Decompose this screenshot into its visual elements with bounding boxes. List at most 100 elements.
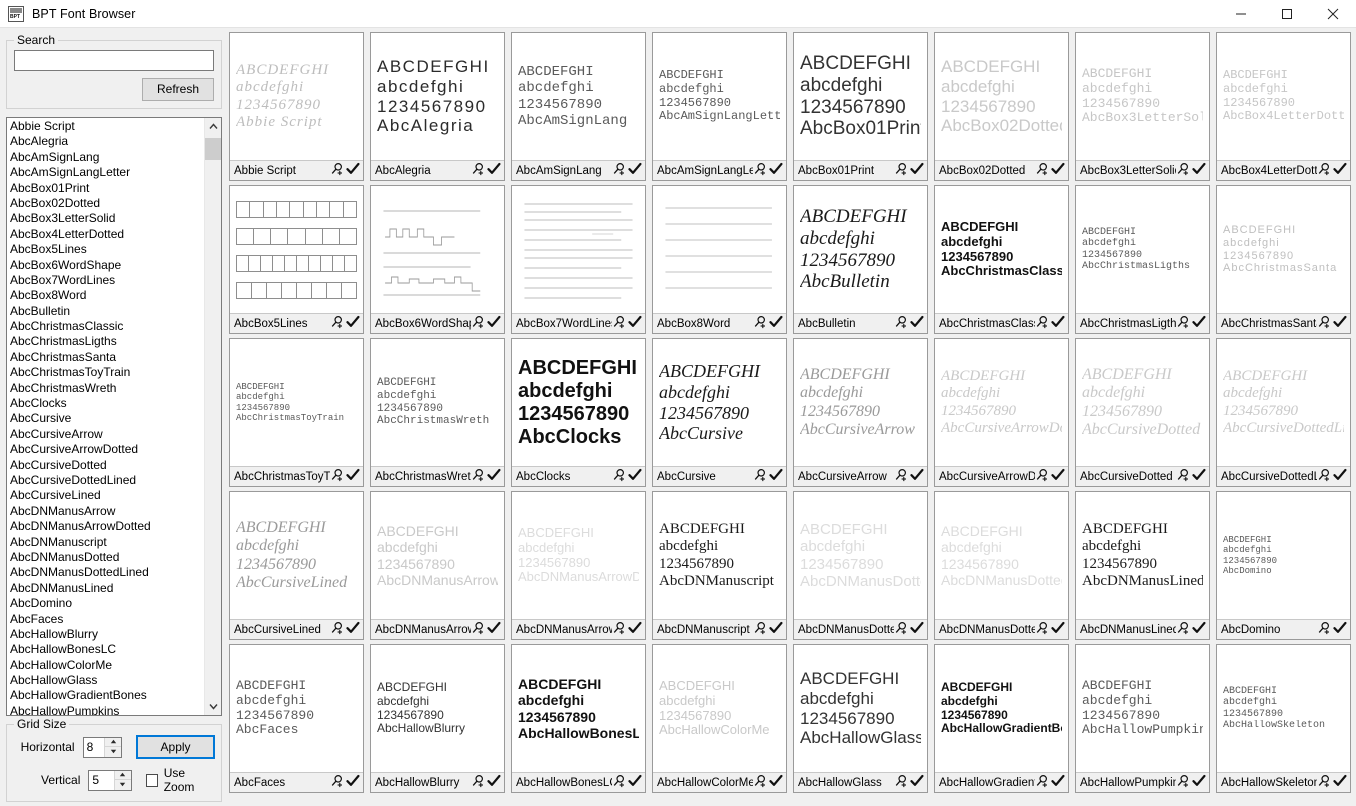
font-preview-card[interactable]: ABCDEFGHI abcdefghi 1234567890 AbcHallowBlu… (370, 644, 505, 793)
check-icon[interactable] (346, 162, 360, 179)
check-icon[interactable] (1192, 621, 1206, 638)
check-icon[interactable] (628, 468, 642, 485)
font-list-item[interactable]: AbcDNManusLined (9, 581, 204, 596)
check-icon[interactable] (1333, 621, 1347, 638)
check-icon[interactable] (769, 315, 783, 332)
use-zoom-checkbox-box[interactable] (145, 773, 158, 787)
font-preview-card[interactable]: ABCDEFGHI abcdefghi 1234567890 AbcBox02Dott… (934, 32, 1069, 181)
check-icon[interactable] (910, 774, 924, 791)
magnifier-plus-icon[interactable] (471, 468, 485, 485)
font-preview-card[interactable]: AbcBox5Lines (229, 185, 364, 334)
font-list-item[interactable]: AbcHallowPumpkins (9, 704, 204, 715)
grid-vertical-stepper[interactable]: 5 (88, 769, 132, 791)
font-preview-card[interactable]: ABCDEFGHI abcdefghi 1234567890 AbcCursiveAr… (934, 338, 1069, 487)
check-icon[interactable] (1192, 162, 1206, 179)
magnifier-plus-icon[interactable] (894, 468, 908, 485)
check-icon[interactable] (1192, 468, 1206, 485)
font-preview-card[interactable]: ABCDEFGHI abcdefghi 1234567890 AbcChristmas… (1216, 185, 1351, 334)
font-list-item[interactable]: AbcDNManusDotted (9, 550, 204, 565)
close-icon[interactable] (1310, 0, 1356, 28)
magnifier-plus-icon[interactable] (753, 774, 767, 791)
grid-vertical-value[interactable]: 5 (89, 771, 113, 790)
check-icon[interactable] (1192, 315, 1206, 332)
check-icon[interactable] (769, 162, 783, 179)
magnifier-plus-icon[interactable] (471, 621, 485, 638)
grid-vertical-down-icon[interactable] (115, 780, 131, 790)
search-input[interactable] (14, 50, 214, 71)
font-list-item[interactable]: AbcCursiveArrow (9, 427, 204, 442)
font-list-item[interactable]: AbcChristmasWreth (9, 381, 204, 396)
magnifier-plus-icon[interactable] (894, 162, 908, 179)
font-list-box[interactable]: Abbie Script AbcAlegria AbcAmSignLang AbcAm… (6, 117, 222, 716)
font-list-item[interactable]: AbcBox5Lines (9, 242, 204, 257)
check-icon[interactable] (1051, 315, 1065, 332)
font-list-item[interactable]: AbcAmSignLangLetter (9, 165, 204, 180)
font-list-item[interactable]: Abbie Script (9, 119, 204, 134)
check-icon[interactable] (1333, 774, 1347, 791)
font-preview-card[interactable]: ABCDEFGHI abcdefghi 1234567890 AbcClocks Abc… (511, 338, 646, 487)
maximize-icon[interactable] (1264, 0, 1310, 28)
magnifier-plus-icon[interactable] (1176, 774, 1190, 791)
check-icon[interactable] (769, 774, 783, 791)
check-icon[interactable] (628, 162, 642, 179)
magnifier-plus-icon[interactable] (1317, 315, 1331, 332)
font-list-item[interactable]: AbcDNManusArrow (9, 504, 204, 519)
font-list[interactable]: Abbie Script AbcAlegria AbcAmSignLang AbcAm… (7, 118, 204, 715)
check-icon[interactable] (346, 315, 360, 332)
font-list-item[interactable]: AbcAlegria (9, 134, 204, 149)
font-preview-card[interactable]: ABCDEFGHI abcdefghi 1234567890 AbcBulletin A… (793, 185, 928, 334)
magnifier-plus-icon[interactable] (1176, 315, 1190, 332)
magnifier-plus-icon[interactable] (1317, 468, 1331, 485)
magnifier-plus-icon[interactable] (753, 621, 767, 638)
font-preview-card[interactable]: ABCDEFGHI abcdefghi 1234567890 AbcDNManusAr… (370, 491, 505, 640)
check-icon[interactable] (1333, 315, 1347, 332)
magnifier-plus-icon[interactable] (612, 774, 626, 791)
font-preview-card[interactable]: AbcBox6WordShap (370, 185, 505, 334)
font-preview-card[interactable]: ABCDEFGHI abcdefghi 1234567890 AbcBox4Lette… (1216, 32, 1351, 181)
magnifier-plus-icon[interactable] (1035, 162, 1049, 179)
grid-vertical-up-icon[interactable] (114, 771, 131, 780)
font-list-item[interactable]: AbcFaces (9, 612, 204, 627)
check-icon[interactable] (769, 468, 783, 485)
magnifier-plus-icon[interactable] (753, 468, 767, 485)
font-list-item[interactable]: AbcAmSignLang (9, 150, 204, 165)
check-icon[interactable] (628, 621, 642, 638)
check-icon[interactable] (346, 468, 360, 485)
font-preview-card[interactable]: ABCDEFGHI abcdefghi 1234567890 AbcHallowGla… (793, 644, 928, 793)
font-preview-card[interactable]: ABCDEFGHI abcdefghi 1234567890 AbcHallowBon… (511, 644, 646, 793)
font-list-item[interactable]: AbcDNManusArrowDotted (9, 519, 204, 534)
font-list-item[interactable]: AbcChristmasLigths (9, 334, 204, 349)
magnifier-plus-icon[interactable] (330, 162, 344, 179)
font-list-item[interactable]: AbcChristmasClassic (9, 319, 204, 334)
font-list-item[interactable]: AbcChristmasSanta (9, 350, 204, 365)
check-icon[interactable] (1333, 162, 1347, 179)
font-preview-card[interactable]: ABCDEFGHI abcdefghi 1234567890 AbcCursiveDo… (1075, 338, 1210, 487)
font-list-item[interactable]: AbcHallowGlass (9, 673, 204, 688)
font-list-item[interactable]: AbcCursive (9, 411, 204, 426)
font-preview-card[interactable]: ABCDEFGHI abcdefghi 1234567890 AbcChristmas… (934, 185, 1069, 334)
font-list-item[interactable]: AbcBox3LetterSolid (9, 211, 204, 226)
magnifier-plus-icon[interactable] (612, 315, 626, 332)
font-preview-card[interactable]: ABCDEFGHI abcdefghi 1234567890 AbcBox3Lette… (1075, 32, 1210, 181)
font-list-item[interactable]: AbcBox7WordLines (9, 273, 204, 288)
font-list-item[interactable]: AbcBox6WordShape (9, 258, 204, 273)
use-zoom-checkbox[interactable]: Use Zoom (145, 766, 215, 794)
check-icon[interactable] (1051, 468, 1065, 485)
check-icon[interactable] (346, 774, 360, 791)
font-preview-card[interactable]: ABCDEFGHI abcdefghi 1234567890 AbcAmSignLan… (652, 32, 787, 181)
apply-button[interactable]: Apply (136, 735, 216, 759)
font-preview-card[interactable]: ABCDEFGHI abcdefghi 1234567890 AbcBox01Prin… (793, 32, 928, 181)
magnifier-plus-icon[interactable] (894, 774, 908, 791)
font-list-item[interactable]: AbcBulletin (9, 304, 204, 319)
check-icon[interactable] (910, 162, 924, 179)
magnifier-plus-icon[interactable] (753, 315, 767, 332)
font-list-scrollbar[interactable] (204, 118, 221, 715)
font-list-item[interactable]: AbcHallowBlurry (9, 627, 204, 642)
font-preview-card[interactable]: ABCDEFGHI abcdefghi 1234567890 AbcCursiveLi… (229, 491, 364, 640)
refresh-button[interactable]: Refresh (142, 78, 214, 101)
font-preview-card[interactable]: ABCDEFGHI abcdefghi 1234567890 AbcDNManusLi… (1075, 491, 1210, 640)
font-preview-card[interactable]: ABCDEFGHI abcdefghi 1234567890 AbcFaces AbcF… (229, 644, 364, 793)
magnifier-plus-icon[interactable] (471, 315, 485, 332)
magnifier-plus-icon[interactable] (1317, 774, 1331, 791)
magnifier-plus-icon[interactable] (1317, 162, 1331, 179)
